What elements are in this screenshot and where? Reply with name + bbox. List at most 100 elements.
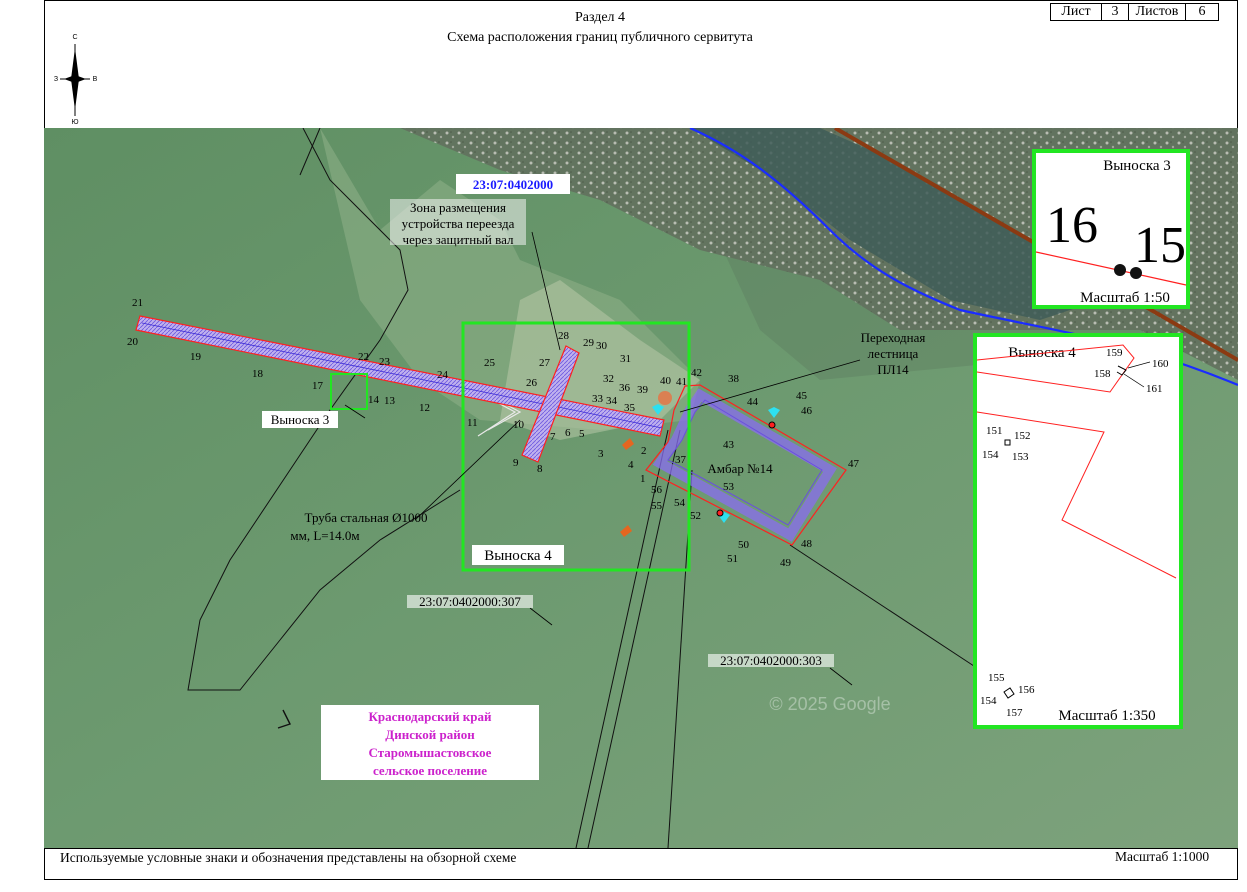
point-label-2: 2 xyxy=(641,445,647,457)
inset-callout-3: Выноска 3 16 15 Масштаб 1:50 xyxy=(1032,149,1190,309)
pipe-note-line2: мм, L=14.0м xyxy=(290,528,359,543)
point-label-30: 30 xyxy=(596,340,608,352)
section-title: Раздел 4 xyxy=(574,10,626,25)
point-label-48: 48 xyxy=(801,538,813,550)
imagery-watermark: © 2025 Google xyxy=(769,694,890,714)
map-scale: Масштаб 1:1000 xyxy=(1115,849,1210,864)
point-label-49: 49 xyxy=(780,557,792,569)
inset4-scale: Масштаб 1:350 xyxy=(1058,708,1155,724)
inset3-title: Выноска 3 xyxy=(1103,158,1171,174)
inset4-label: 155 xyxy=(988,672,1005,684)
point-label-13: 13 xyxy=(384,395,396,407)
region-line1: Краснодарский край xyxy=(368,709,492,724)
point-label-6: 6 xyxy=(565,427,571,439)
satellite-map[interactable]: 1 2 3 4 5 6 7 8 9 10 11 12 13 14 17 18 19 20 21 22 23 24 25 26 2… xyxy=(44,128,1238,848)
barn-label: Амбар №14 xyxy=(707,461,773,476)
point-label-7: 7 xyxy=(550,431,556,443)
point-label-34: 34 xyxy=(606,395,618,407)
inset4-label: 153 xyxy=(1012,451,1029,463)
callout4-label: Выноска 4 xyxy=(484,548,552,564)
point-label-18: 18 xyxy=(252,368,264,380)
point-label-21: 21 xyxy=(132,297,143,309)
stair-note-line1: Переходная xyxy=(861,330,926,345)
point-label-24: 24 xyxy=(437,369,449,381)
point-label-44: 44 xyxy=(747,396,759,408)
inset4-label: 157 xyxy=(1006,707,1023,719)
sheet-number: 3 xyxy=(1101,3,1129,21)
point-label-25: 25 xyxy=(484,357,496,369)
inset3-right-number: 15 xyxy=(1134,217,1186,274)
inset4-label: 159 xyxy=(1106,347,1123,359)
stair-note-line2: лестница xyxy=(868,346,919,361)
point-label-37: 37 xyxy=(675,454,687,466)
point-label-53: 53 xyxy=(723,481,735,493)
structure-marker xyxy=(658,391,672,405)
point-label-26: 26 xyxy=(526,377,538,389)
inset4-label: 151 xyxy=(986,425,1003,437)
point-label-38: 38 xyxy=(728,373,740,385)
sheets-total: 6 xyxy=(1185,3,1219,21)
parcel-307-label: 23:07:0402000:307 xyxy=(419,594,521,609)
compass-rose-icon: С Ю З В xyxy=(54,34,98,125)
point-label-27: 27 xyxy=(539,357,551,369)
point-label-45: 45 xyxy=(796,390,808,402)
compass-north: С xyxy=(72,34,77,41)
inset4-label: 154 xyxy=(982,449,999,461)
stair-note-line3: ПЛ14 xyxy=(877,362,909,377)
point-label-3: 3 xyxy=(598,448,604,460)
inset-callout-4: Выноска 4 159 160 158 161 151 152 154 15… xyxy=(973,333,1183,729)
point-label-39: 39 xyxy=(637,384,649,396)
point-label-9: 9 xyxy=(513,457,519,469)
point-label-5: 5 xyxy=(579,428,585,440)
legend-note: Используемые условные знаки и обозначени… xyxy=(60,850,517,865)
inset4-label: 156 xyxy=(1018,684,1035,696)
sheet-label: Лист xyxy=(1050,3,1102,21)
inset4-label: 158 xyxy=(1094,368,1111,380)
point-label-23: 23 xyxy=(379,356,391,368)
point-label-40: 40 xyxy=(660,375,672,387)
inset4-label: 154 xyxy=(980,695,997,707)
point-label-31: 31 xyxy=(620,353,631,365)
point-marker xyxy=(716,509,724,517)
point-label-52: 52 xyxy=(690,510,701,522)
zone-note-line2: устройства переезда xyxy=(402,216,515,231)
inset4-label: 160 xyxy=(1152,358,1169,370)
compass-south: Ю xyxy=(71,119,78,125)
point-marker xyxy=(768,421,776,429)
sheets-label: Листов xyxy=(1128,3,1186,21)
point-label-33: 33 xyxy=(592,393,604,405)
pipe-note-line1: Труба стальная Ø1000 xyxy=(305,510,428,525)
point-label-29: 29 xyxy=(583,337,595,349)
point-label-46: 46 xyxy=(801,405,813,417)
zone-note-line1: Зона размещения xyxy=(410,200,506,215)
inset3-point-16 xyxy=(1114,264,1126,276)
point-label-51: 51 xyxy=(727,553,738,565)
point-label-20: 20 xyxy=(127,336,139,348)
point-label-32: 32 xyxy=(603,373,614,385)
inset4-label: 161 xyxy=(1146,383,1163,395)
region-line2: Динской район xyxy=(385,727,475,742)
inset3-point-15 xyxy=(1130,267,1142,279)
parcel-303-label: 23:07:0402000:303 xyxy=(720,653,822,668)
point-label-1: 1 xyxy=(640,473,646,485)
point-label-11: 11 xyxy=(467,417,478,429)
point-label-14: 14 xyxy=(368,394,380,406)
point-label-41: 41 xyxy=(676,376,687,388)
inset4-label: 152 xyxy=(1014,430,1031,442)
zone-note-line3: через защитный вал xyxy=(403,232,514,247)
point-label-28: 28 xyxy=(558,330,570,342)
footer-divider xyxy=(44,848,1238,849)
point-label-55: 55 xyxy=(651,500,663,512)
region-line4: сельское поселение xyxy=(373,763,487,778)
map-canvas: 1234567891011121314171819202122 232425262… xyxy=(44,128,1238,848)
region-line3: Старомышастовское xyxy=(369,745,492,760)
point-label-47: 47 xyxy=(848,458,860,470)
point-label-12: 12 xyxy=(419,402,430,414)
point-label-43: 43 xyxy=(723,439,735,451)
point-label-4: 4 xyxy=(628,459,634,471)
point-label-42: 42 xyxy=(691,367,702,379)
callout3-label: Выноска 3 xyxy=(271,412,330,427)
page-title: Схема расположения границ публичного сер… xyxy=(447,30,753,45)
sheet-counter-table: Лист 3 Листов 6 xyxy=(1050,3,1219,21)
compass-west: З xyxy=(54,76,58,83)
